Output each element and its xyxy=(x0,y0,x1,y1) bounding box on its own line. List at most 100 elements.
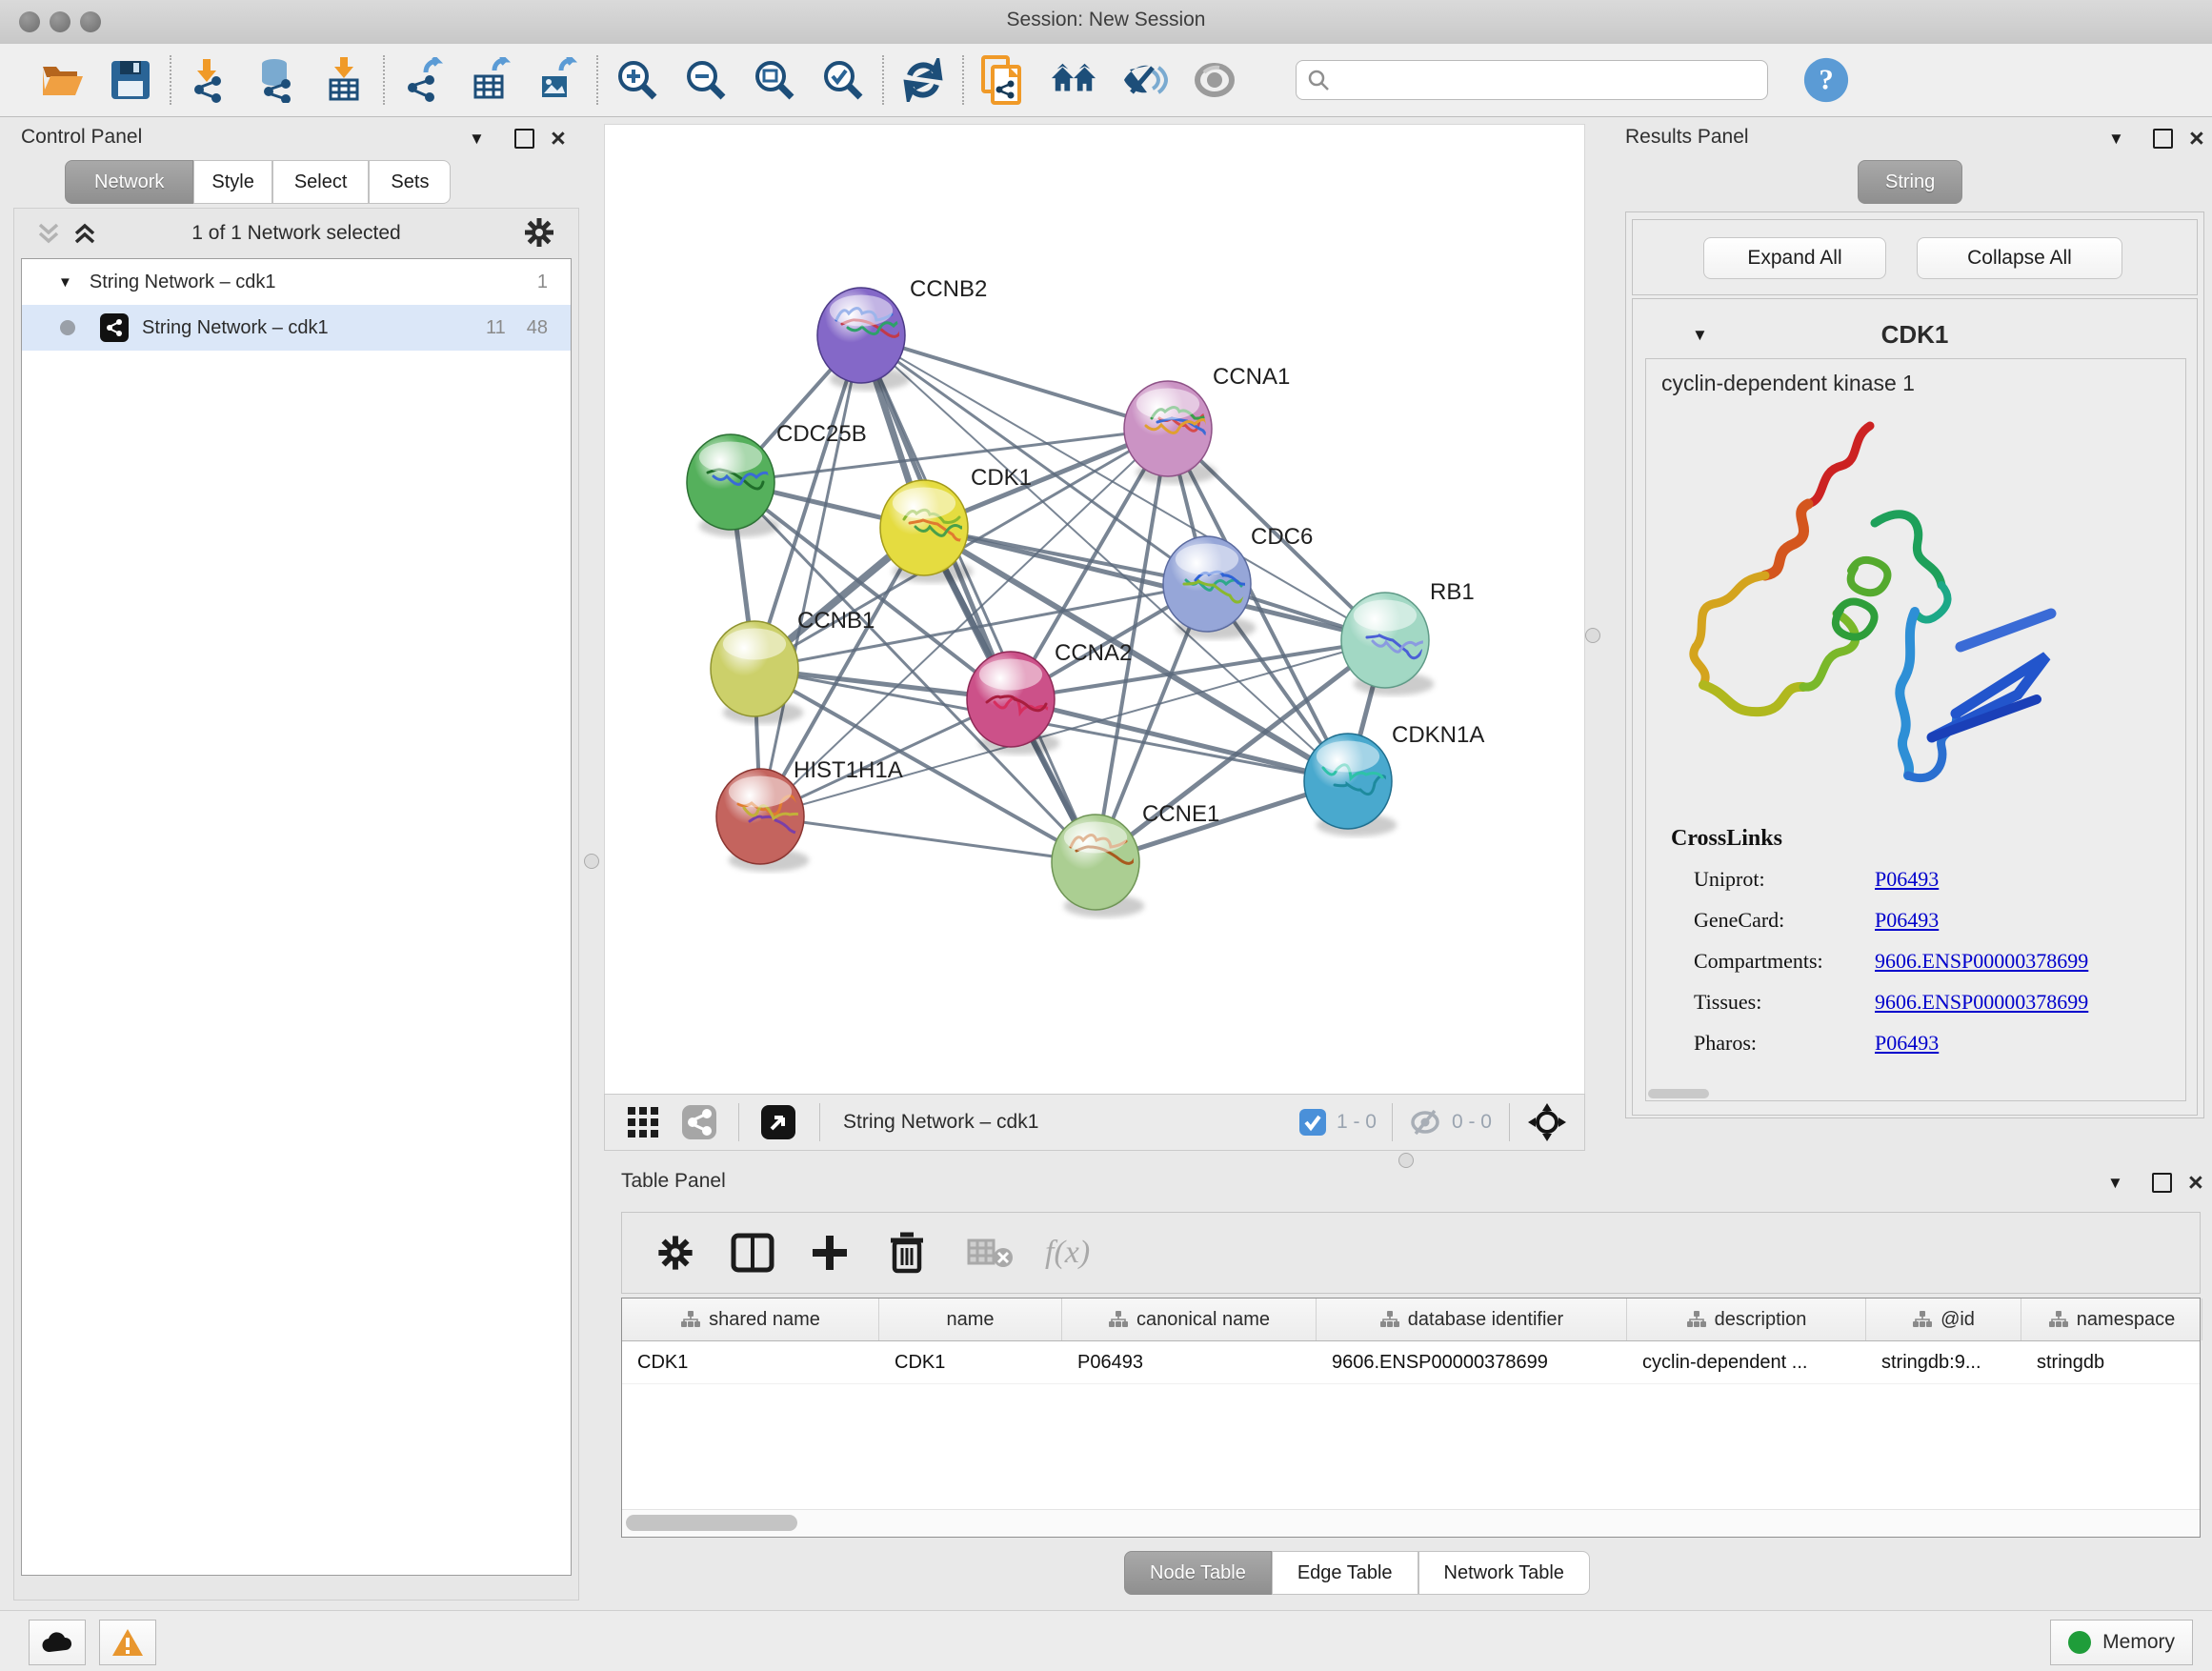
tab-string[interactable]: String xyxy=(1858,160,1962,204)
column-header-canonical-name[interactable]: canonical name xyxy=(1062,1299,1317,1340)
import-network-from-database-icon[interactable] xyxy=(253,56,301,104)
table-cell[interactable]: stringdb xyxy=(2021,1341,2202,1383)
network-share-icon[interactable] xyxy=(681,1104,717,1140)
crosslink-link[interactable]: 9606.ENSP00000378699 xyxy=(1875,990,2088,1015)
warning-status-button[interactable] xyxy=(99,1620,156,1665)
tab-edge-table[interactable]: Edge Table xyxy=(1272,1551,1418,1595)
crosslink-link[interactable]: P06493 xyxy=(1875,867,1939,892)
tab-sets[interactable]: Sets xyxy=(369,160,451,204)
node-hist1h1a[interactable]: HIST1H1A xyxy=(716,757,903,872)
expand-all-button[interactable]: Expand All xyxy=(1703,237,1886,279)
help-icon[interactable]: ? xyxy=(1802,56,1850,104)
toolbar-search xyxy=(1296,60,1768,100)
table-settings-gear-icon[interactable] xyxy=(656,1234,694,1272)
column-header-namespace[interactable]: namespace xyxy=(2021,1299,2202,1340)
node-ccnb1[interactable]: CCNB1 xyxy=(711,608,875,724)
birdseye-grid-icon[interactable] xyxy=(626,1105,660,1139)
table-cell[interactable]: 9606.ENSP00000378699 xyxy=(1317,1341,1627,1383)
selected-checkbox-icon[interactable] xyxy=(1298,1108,1327,1137)
collapse-all-button[interactable]: Collapse All xyxy=(1917,237,2122,279)
open-session-icon[interactable] xyxy=(38,56,86,104)
hide-selected-icon[interactable] xyxy=(1120,56,1168,104)
tab-style[interactable]: Style xyxy=(193,160,271,204)
memory-button[interactable]: Memory xyxy=(2050,1620,2193,1665)
column-header-@id[interactable]: @id xyxy=(1866,1299,2021,1340)
crosslink-link[interactable]: P06493 xyxy=(1875,1031,1939,1056)
network-canvas[interactable]: CCNB2 CCNA1 CDC25B CDK1 CDC6RB1 CCNB1 CCNA2 CDK… xyxy=(604,124,1585,1096)
export-network-icon[interactable] xyxy=(400,56,448,104)
table-cell[interactable]: stringdb:9... xyxy=(1866,1341,2021,1383)
right-splitter-handle[interactable] xyxy=(1585,628,1600,643)
table-row[interactable]: CDK1CDK1P064939606.ENSP00000378699cyclin… xyxy=(622,1341,2200,1384)
import-network-icon[interactable] xyxy=(187,56,234,104)
add-column-icon[interactable] xyxy=(809,1232,851,1274)
table-hscrollbar[interactable] xyxy=(622,1509,2200,1537)
first-neighbors-icon[interactable] xyxy=(1050,56,1097,104)
string-network-graph[interactable]: CCNB2 CCNA1 CDC25B CDK1 CDC6RB1 CCNB1 CCNA2 CDK… xyxy=(605,125,1584,1095)
search-input[interactable] xyxy=(1296,60,1768,100)
column-header-database-identifier[interactable]: database identifier xyxy=(1317,1299,1627,1340)
import-table-icon[interactable] xyxy=(320,56,368,104)
close-panel-icon[interactable]: × xyxy=(2188,1175,2203,1191)
tab-node-table[interactable]: Node Table xyxy=(1124,1551,1272,1595)
show-columns-icon[interactable] xyxy=(731,1231,774,1275)
network-row[interactable]: String Network – cdk1 11 48 xyxy=(22,305,571,351)
maximize-panel-icon[interactable] xyxy=(514,129,534,149)
node-ccna1[interactable]: CCNA1 xyxy=(1124,364,1290,484)
table-hscroll-thumb[interactable] xyxy=(626,1515,797,1531)
cloud-status-button[interactable] xyxy=(29,1620,86,1665)
node-ccne1[interactable]: CCNE1 xyxy=(1052,801,1219,917)
table-cell[interactable]: P06493 xyxy=(1062,1341,1317,1383)
clone-network-icon[interactable] xyxy=(979,56,1027,104)
results-hscroll-thumb[interactable] xyxy=(1648,1089,1709,1098)
export-view-icon[interactable] xyxy=(760,1104,796,1140)
node-cdkn1a[interactable]: CDKN1A xyxy=(1304,722,1484,836)
table-cell[interactable]: CDK1 xyxy=(879,1341,1062,1383)
node-label-hist1h1a: HIST1H1A xyxy=(794,757,903,783)
zoom-out-icon[interactable] xyxy=(682,56,730,104)
table-cell[interactable]: CDK1 xyxy=(622,1341,879,1383)
protein-structure-image xyxy=(1675,409,2075,818)
hidden-eye-icon[interactable] xyxy=(1408,1108,1442,1137)
table-header-row[interactable]: shared namenamecanonical namedatabase id… xyxy=(622,1299,2200,1341)
tab-network-table[interactable]: Network Table xyxy=(1418,1551,1590,1595)
tab-network[interactable]: Network xyxy=(65,160,193,204)
crosslink-link[interactable]: P06493 xyxy=(1875,908,1939,933)
float-panel-icon[interactable]: ▼ xyxy=(2108,130,2124,149)
float-panel-icon[interactable]: ▼ xyxy=(469,130,485,149)
node-ccna2[interactable]: CCNA2 xyxy=(967,640,1132,755)
column-header-name[interactable]: name xyxy=(879,1299,1062,1340)
memory-status-dot xyxy=(2068,1631,2091,1654)
table-cell[interactable]: cyclin-dependent ... xyxy=(1627,1341,1866,1383)
zoom-fit-icon[interactable] xyxy=(751,56,798,104)
delete-column-icon[interactable] xyxy=(887,1231,927,1275)
column-header-description[interactable]: description xyxy=(1627,1299,1866,1340)
network-collection-row[interactable]: ▼ String Network – cdk1 1 xyxy=(22,259,571,305)
export-table-icon[interactable] xyxy=(467,56,514,104)
left-splitter-handle[interactable] xyxy=(584,854,599,869)
node-label-cdc25b: CDC25B xyxy=(776,421,867,447)
shared-column-icon xyxy=(680,1310,701,1329)
node-rb1[interactable]: RB1 xyxy=(1341,579,1475,695)
close-panel-icon[interactable]: × xyxy=(2189,131,2204,147)
tab-select[interactable]: Select xyxy=(272,160,370,204)
node-cdc6[interactable]: CDC6 xyxy=(1163,524,1313,639)
node-ccnb2[interactable]: CCNB2 xyxy=(817,276,987,391)
network-options-gear-icon[interactable] xyxy=(523,216,555,249)
float-panel-icon[interactable]: ▼ xyxy=(2107,1174,2123,1193)
fit-selected-crosshair-icon[interactable] xyxy=(1527,1102,1567,1142)
show-all-icon[interactable] xyxy=(1191,56,1238,104)
crosslink-link[interactable]: 9606.ENSP00000378699 xyxy=(1875,949,2088,974)
zoom-in-icon[interactable] xyxy=(613,56,661,104)
maximize-panel-icon[interactable] xyxy=(2153,129,2173,149)
close-panel-icon[interactable]: × xyxy=(551,131,566,147)
collection-expand-icon[interactable]: ▼ xyxy=(58,274,72,291)
column-header-shared-name[interactable]: shared name xyxy=(622,1299,879,1340)
export-image-icon[interactable] xyxy=(533,56,581,104)
maximize-panel-icon[interactable] xyxy=(2152,1173,2172,1193)
node-cdk1[interactable]: CDK1 xyxy=(880,465,1032,583)
save-session-icon[interactable] xyxy=(107,56,154,104)
zoom-selected-icon[interactable] xyxy=(819,56,867,104)
refresh-icon[interactable] xyxy=(899,56,947,104)
shared-column-icon xyxy=(1912,1310,1933,1329)
